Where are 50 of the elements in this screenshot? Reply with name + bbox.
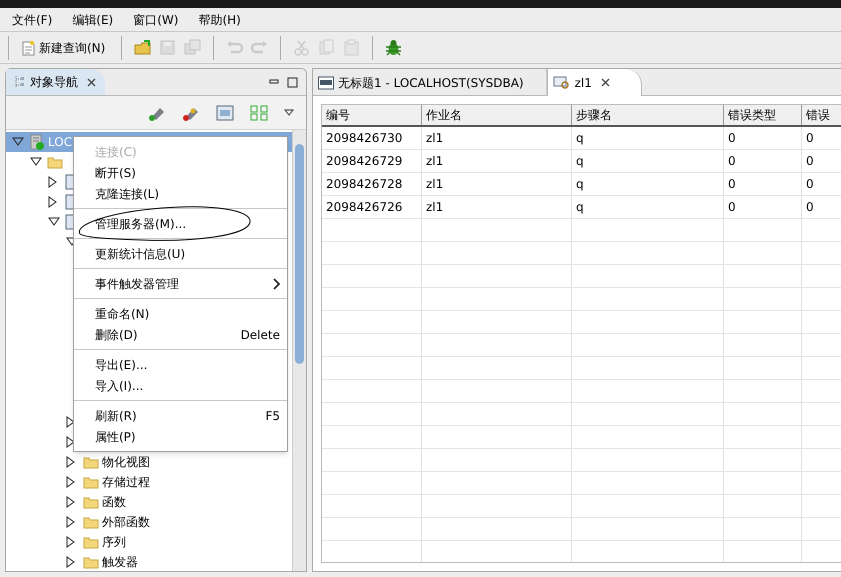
menu-item[interactable]: 编辑(E) [68,10,118,28]
table-cell: 0 [724,150,802,172]
menu-item[interactable]: 管理服务器(M)... [74,213,287,234]
menu-item[interactable]: 更新统计信息(U) [74,243,287,264]
menu-item[interactable]: 刷新(R) F5 [74,405,287,426]
menu-item[interactable]: 重命名(N) [74,303,287,324]
table-cell: 2098426726 [322,196,422,218]
menu-item[interactable]: 导入(I)... [74,375,287,396]
tree-item[interactable]: 序列 [102,533,126,551]
table-cell: 0 [802,173,841,195]
editor-tab[interactable]: 无标题1 - LOCALHOST(SYSDBA) [313,69,547,96]
table-cell: 0 [802,150,841,172]
tree-item[interactable]: 物化视图 [102,453,150,471]
table-cell: 0 [724,127,802,149]
table-cell: 2098426728 [322,173,422,195]
editor-tab[interactable]: zl1 [546,69,642,96]
tree-item[interactable]: 函数 [102,493,126,511]
table-cell: 0 [724,173,802,195]
table-cell: q [572,127,724,149]
tree-item[interactable]: 触发器 [102,553,138,571]
table-cell: 0 [724,196,802,218]
table-cell: zl1 [422,196,572,218]
menu-item[interactable]: 属性(P) [74,426,287,447]
navigator-tab[interactable]: 对象导航 [6,69,105,95]
menu-item[interactable]: 窗口(W) [129,10,182,28]
menu-item[interactable]: 导出(E)... [74,354,287,375]
menu-item[interactable]: 帮助(H) [194,10,245,28]
table-cell: q [572,196,724,218]
menu-item[interactable]: 文件(F) [8,10,56,28]
new-query-button[interactable]: 新建查询(N) [17,34,110,60]
table-cell: 0 [802,127,841,149]
table-cell: q [572,150,724,172]
menu-item[interactable]: 事件触发器管理 [74,273,287,294]
table-cell: 2098426729 [322,150,422,172]
table-cell: q [572,173,724,195]
tree-item[interactable]: 存储过程 [102,473,150,491]
table-cell: 0 [802,196,841,218]
column-header[interactable]: 步骤名 [572,105,724,125]
menu-item[interactable]: 克隆连接(L) [74,183,287,204]
table-cell: 2098426730 [322,127,422,149]
column-header[interactable]: 错误 [802,105,841,125]
menu-item[interactable]: 断开(S) [74,162,287,183]
menu-item[interactable]: 删除(D) Delete [74,324,287,345]
table-cell: zl1 [422,150,572,172]
tree-item[interactable]: 外部函数 [102,513,150,531]
column-header[interactable]: 错误类型 [724,105,802,125]
table-cell: zl1 [422,173,572,195]
column-header[interactable]: 作业名 [422,105,572,125]
table-cell: zl1 [422,127,572,149]
column-header[interactable]: 编号 [322,105,422,125]
